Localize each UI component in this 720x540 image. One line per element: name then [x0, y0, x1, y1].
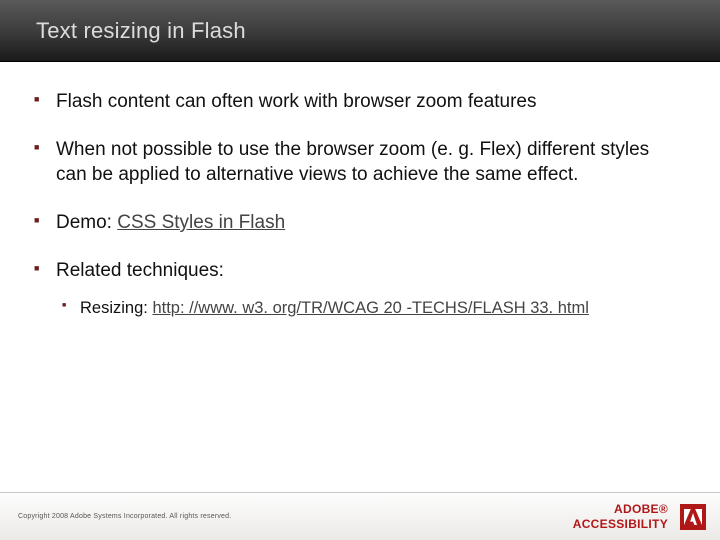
slide-body: Flash content can often work with browse…	[0, 62, 720, 492]
bullet-item: When not possible to use the browser zoo…	[56, 138, 680, 187]
bullet-text: Flash content can often work with browse…	[56, 91, 537, 112]
bullet-text: When not possible to use the browser zoo…	[56, 139, 649, 184]
slide-header: Text resizing in Flash	[0, 0, 720, 62]
bullet-item: Flash content can often work with browse…	[56, 90, 680, 114]
adobe-logo-icon	[680, 504, 706, 530]
slide: Text resizing in Flash Flash content can…	[0, 0, 720, 540]
brand-line1: ADOBE®	[573, 502, 668, 517]
copyright-text: Copyright 2008 Adobe Systems Incorporate…	[18, 513, 231, 520]
slide-title: Text resizing in Flash	[36, 18, 246, 44]
technique-link[interactable]: http: //www. w3. org/TR/WCAG 20 -TECHS/F…	[152, 299, 588, 317]
brand-line2: ACCESSIBILITY	[573, 517, 668, 532]
bullet-list: Flash content can often work with browse…	[56, 90, 680, 319]
bullet-text: Related techniques:	[56, 260, 224, 281]
bullet-item: Related techniques: Resizing: http: //ww…	[56, 259, 680, 319]
brand-text: ADOBE® ACCESSIBILITY	[573, 502, 668, 532]
brand-block: ADOBE® ACCESSIBILITY	[573, 502, 706, 532]
demo-link[interactable]: CSS Styles in Flash	[117, 212, 285, 233]
bullet-item: Demo: CSS Styles in Flash	[56, 211, 680, 235]
sub-bullet-list: Resizing: http: //www. w3. org/TR/WCAG 2…	[80, 298, 680, 319]
slide-footer: Copyright 2008 Adobe Systems Incorporate…	[0, 492, 720, 540]
bullet-prefix: Demo:	[56, 212, 117, 233]
sub-bullet-prefix: Resizing:	[80, 299, 152, 317]
sub-bullet-item: Resizing: http: //www. w3. org/TR/WCAG 2…	[80, 298, 680, 319]
